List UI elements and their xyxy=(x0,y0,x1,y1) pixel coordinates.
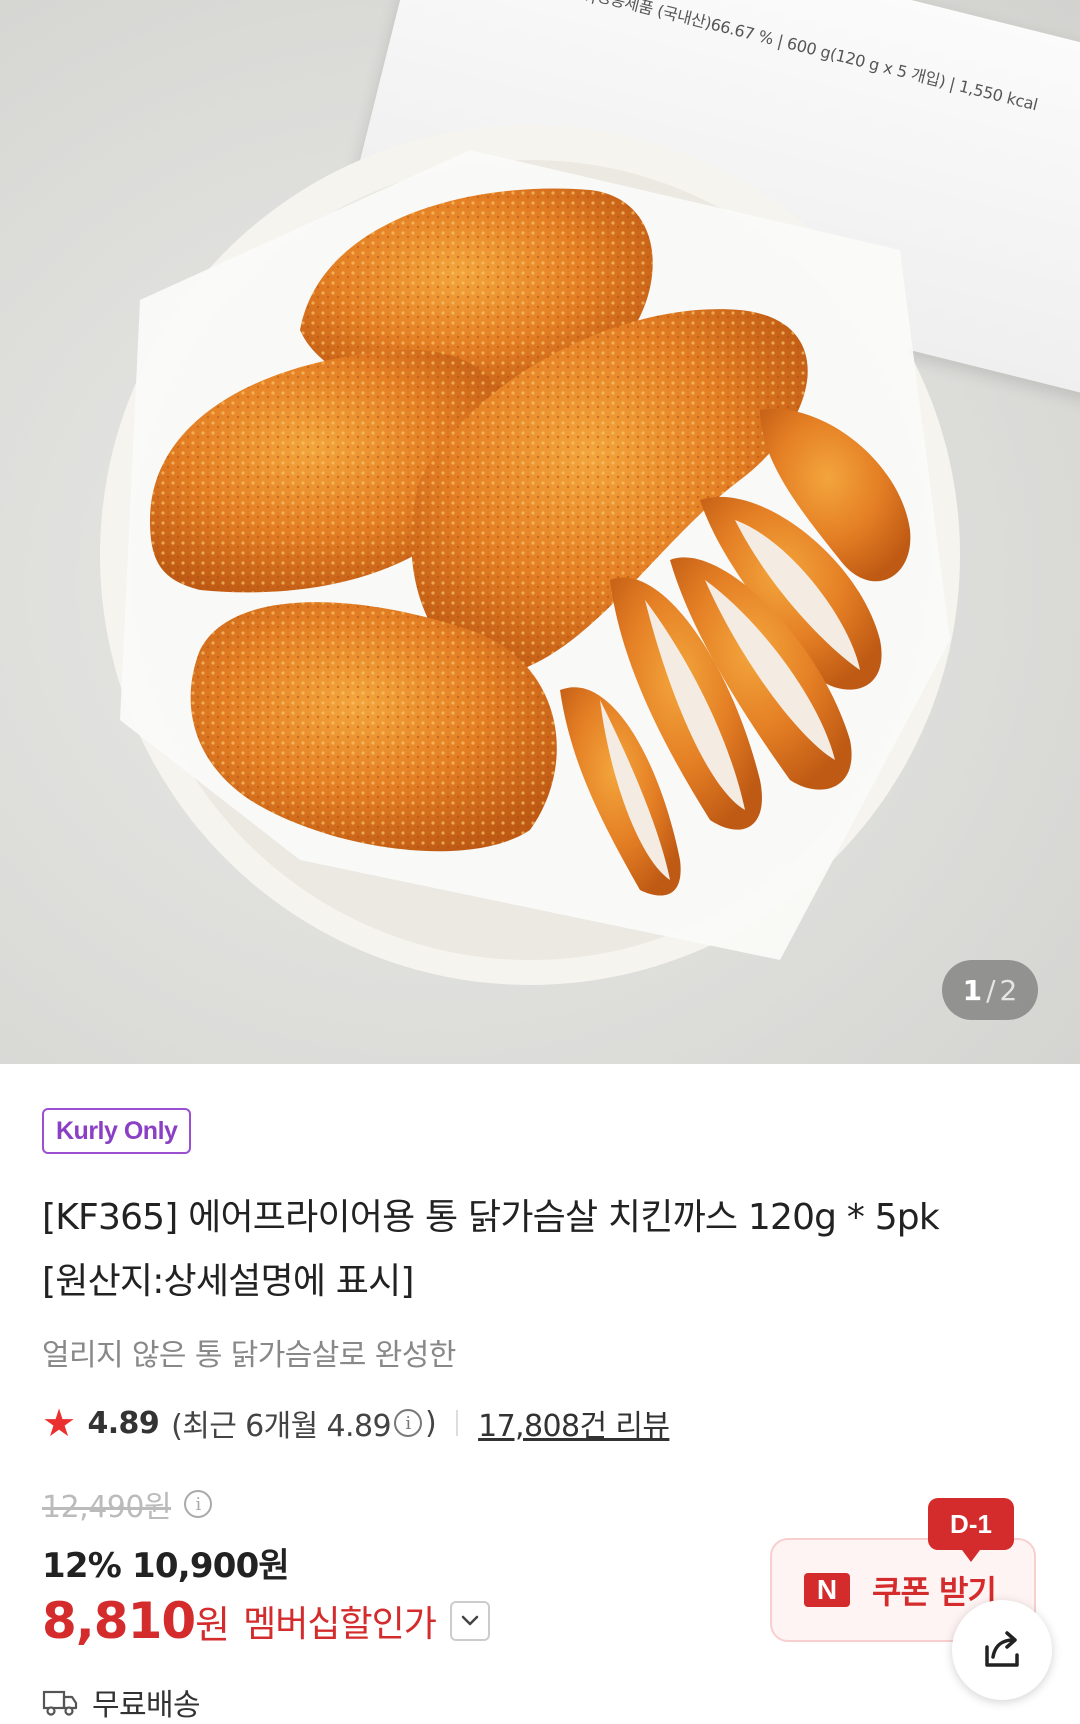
rating-score: 4.89 xyxy=(87,1405,160,1441)
shipping-row: 무료배송 xyxy=(42,1680,201,1724)
truck-icon xyxy=(42,1690,78,1716)
info-icon[interactable]: i xyxy=(393,1409,422,1437)
original-price: 12,490원 xyxy=(42,1490,172,1525)
chevron-down-icon xyxy=(461,1615,479,1626)
product-title-line1: [KF365] 에어프라이어용 통 닭가슴살 치킨까스 120g * 5pk xyxy=(42,1197,940,1238)
share-button[interactable] xyxy=(952,1600,1052,1700)
member-price-label: 멤버십할인가 xyxy=(243,1604,437,1645)
member-price-row: 8,810 원 멤버십할인가 xyxy=(42,1592,490,1650)
dday-badge: D-1 xyxy=(928,1498,1014,1562)
chicken-cutlet-plate-image xyxy=(100,125,960,985)
recent-rating-close: ) xyxy=(424,1405,437,1441)
divider xyxy=(456,1410,459,1436)
image-pager: 1 / 2 xyxy=(942,960,1038,1020)
product-subtitle: 얼리지 않은 통 닭가슴살로 완성한 xyxy=(42,1338,456,1373)
naver-logo-icon: N xyxy=(804,1573,850,1607)
member-price-expand-button[interactable] xyxy=(449,1601,490,1641)
pager-total: 2 xyxy=(999,973,1018,1007)
shipping-label: 무료배송 xyxy=(92,1688,201,1723)
pager-separator: / xyxy=(986,973,996,1007)
original-price-row: 12,490원 i xyxy=(42,1482,215,1526)
share-icon xyxy=(985,1631,1019,1667)
product-title: [KF365] 에어프라이어용 통 닭가슴살 치킨까스 120g * 5pk [… xyxy=(42,1186,1042,1314)
pager-current: 1 xyxy=(962,973,983,1007)
member-price-amount: 8,810 xyxy=(42,1592,196,1650)
member-price-won: 원 xyxy=(195,1602,230,1647)
product-title-line2: [원산지:상세설명에 표시] xyxy=(42,1261,414,1302)
kurly-only-badge: Kurly Only xyxy=(42,1108,192,1154)
rating-row: ★ 4.89 (최근 6개월 4.89 i ) 17,808건 리뷰 xyxy=(42,1398,670,1448)
star-icon: ★ xyxy=(42,1401,76,1445)
recent-rating: (최근 6개월 4.89 xyxy=(171,1409,391,1444)
discount-price: 12% 10,900원 xyxy=(42,1546,290,1586)
product-image-gallery[interactable]: 제품)|냉동제품 (국내산)66.67 % | 600 g(120 g x 5 … xyxy=(0,0,1080,1064)
price-info-icon[interactable]: i xyxy=(184,1490,213,1518)
review-count-link[interactable]: 17,808건 리뷰 xyxy=(478,1401,670,1445)
